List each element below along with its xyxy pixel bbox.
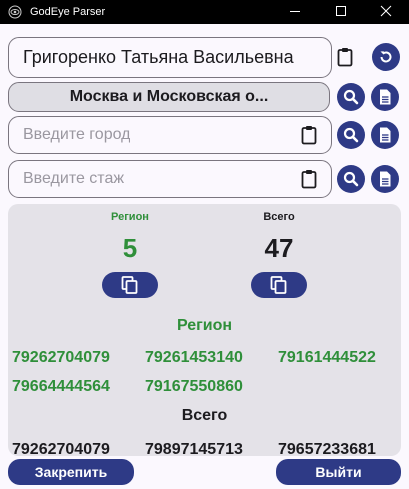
- app-logo-icon: [8, 5, 22, 19]
- region-count-label: Регион: [111, 211, 149, 223]
- region-select[interactable]: Москва и Московская о...: [8, 82, 330, 112]
- minimize-icon: [290, 11, 300, 12]
- experience-document-button[interactable]: [371, 165, 399, 193]
- pin-button[interactable]: Закрепить: [8, 459, 134, 485]
- name-field[interactable]: Григоренко Татьяна Васильевна: [8, 37, 353, 78]
- results-card[interactable]: Регион 5 Всего 47 Регион 79262704079 7926…: [8, 204, 401, 456]
- phone-number[interactable]: 79261453140: [145, 343, 278, 372]
- total-results-title: Всего: [181, 407, 228, 424]
- document-icon: [380, 171, 391, 187]
- city-document-button[interactable]: [371, 121, 399, 149]
- experience-search-button[interactable]: [337, 165, 365, 193]
- experience-field[interactable]: Введите стаж: [8, 160, 332, 198]
- region-results-title: Регион: [176, 317, 233, 334]
- copy-region-button[interactable]: [102, 272, 158, 298]
- copy-icon: [121, 276, 138, 294]
- phone-number[interactable]: 79262704079: [12, 435, 145, 456]
- document-icon: [380, 89, 391, 105]
- phone-number[interactable]: 79161444522: [278, 343, 401, 372]
- total-count-label: Всего: [263, 211, 295, 223]
- copy-icon: [270, 276, 287, 294]
- city-field[interactable]: Введите город: [8, 116, 332, 154]
- total-phone-list: 79262704079 79897145713 79657233681: [12, 435, 401, 456]
- phone-number[interactable]: 79897145713: [145, 435, 278, 456]
- name-field-value: Григоренко Татьяна Васильевна: [23, 47, 294, 67]
- minimize-button[interactable]: [272, 0, 318, 24]
- close-button[interactable]: [363, 0, 409, 24]
- refresh-icon: [380, 51, 392, 63]
- experience-field-placeholder: Введите стаж: [23, 170, 125, 187]
- region-document-button[interactable]: [371, 83, 399, 111]
- phone-number[interactable]: 79664444564: [12, 372, 145, 401]
- city-search-button[interactable]: [337, 121, 365, 149]
- search-icon: [343, 171, 359, 187]
- region-phone-list: 79262704079 79261453140 79161444522 796644…: [12, 343, 401, 401]
- total-count-value: 47: [264, 233, 294, 263]
- refresh-button[interactable]: [372, 43, 400, 71]
- search-icon: [343, 127, 359, 143]
- region-count-value: 5: [122, 233, 138, 263]
- phone-number[interactable]: 79167550860: [145, 372, 278, 401]
- phone-number[interactable]: 79262704079: [12, 343, 145, 372]
- region-search-button[interactable]: [337, 83, 365, 111]
- close-icon: [380, 5, 392, 17]
- city-field-placeholder: Введите город: [23, 126, 131, 143]
- maximize-icon: [336, 6, 346, 16]
- exit-button[interactable]: Выйти: [276, 459, 401, 485]
- window-title: GodEye Parser: [30, 6, 106, 18]
- phone-number[interactable]: 79657233681: [278, 435, 401, 456]
- copy-total-button[interactable]: [251, 272, 307, 298]
- search-icon: [343, 89, 359, 105]
- document-icon: [380, 127, 391, 143]
- clipboard-icon[interactable]: [301, 169, 317, 189]
- clipboard-icon[interactable]: [301, 125, 317, 145]
- clipboard-icon[interactable]: [337, 47, 353, 67]
- maximize-button[interactable]: [318, 0, 364, 24]
- title-bar: GodEye Parser: [0, 0, 409, 24]
- region-select-value: Москва и Московская о...: [69, 88, 269, 105]
